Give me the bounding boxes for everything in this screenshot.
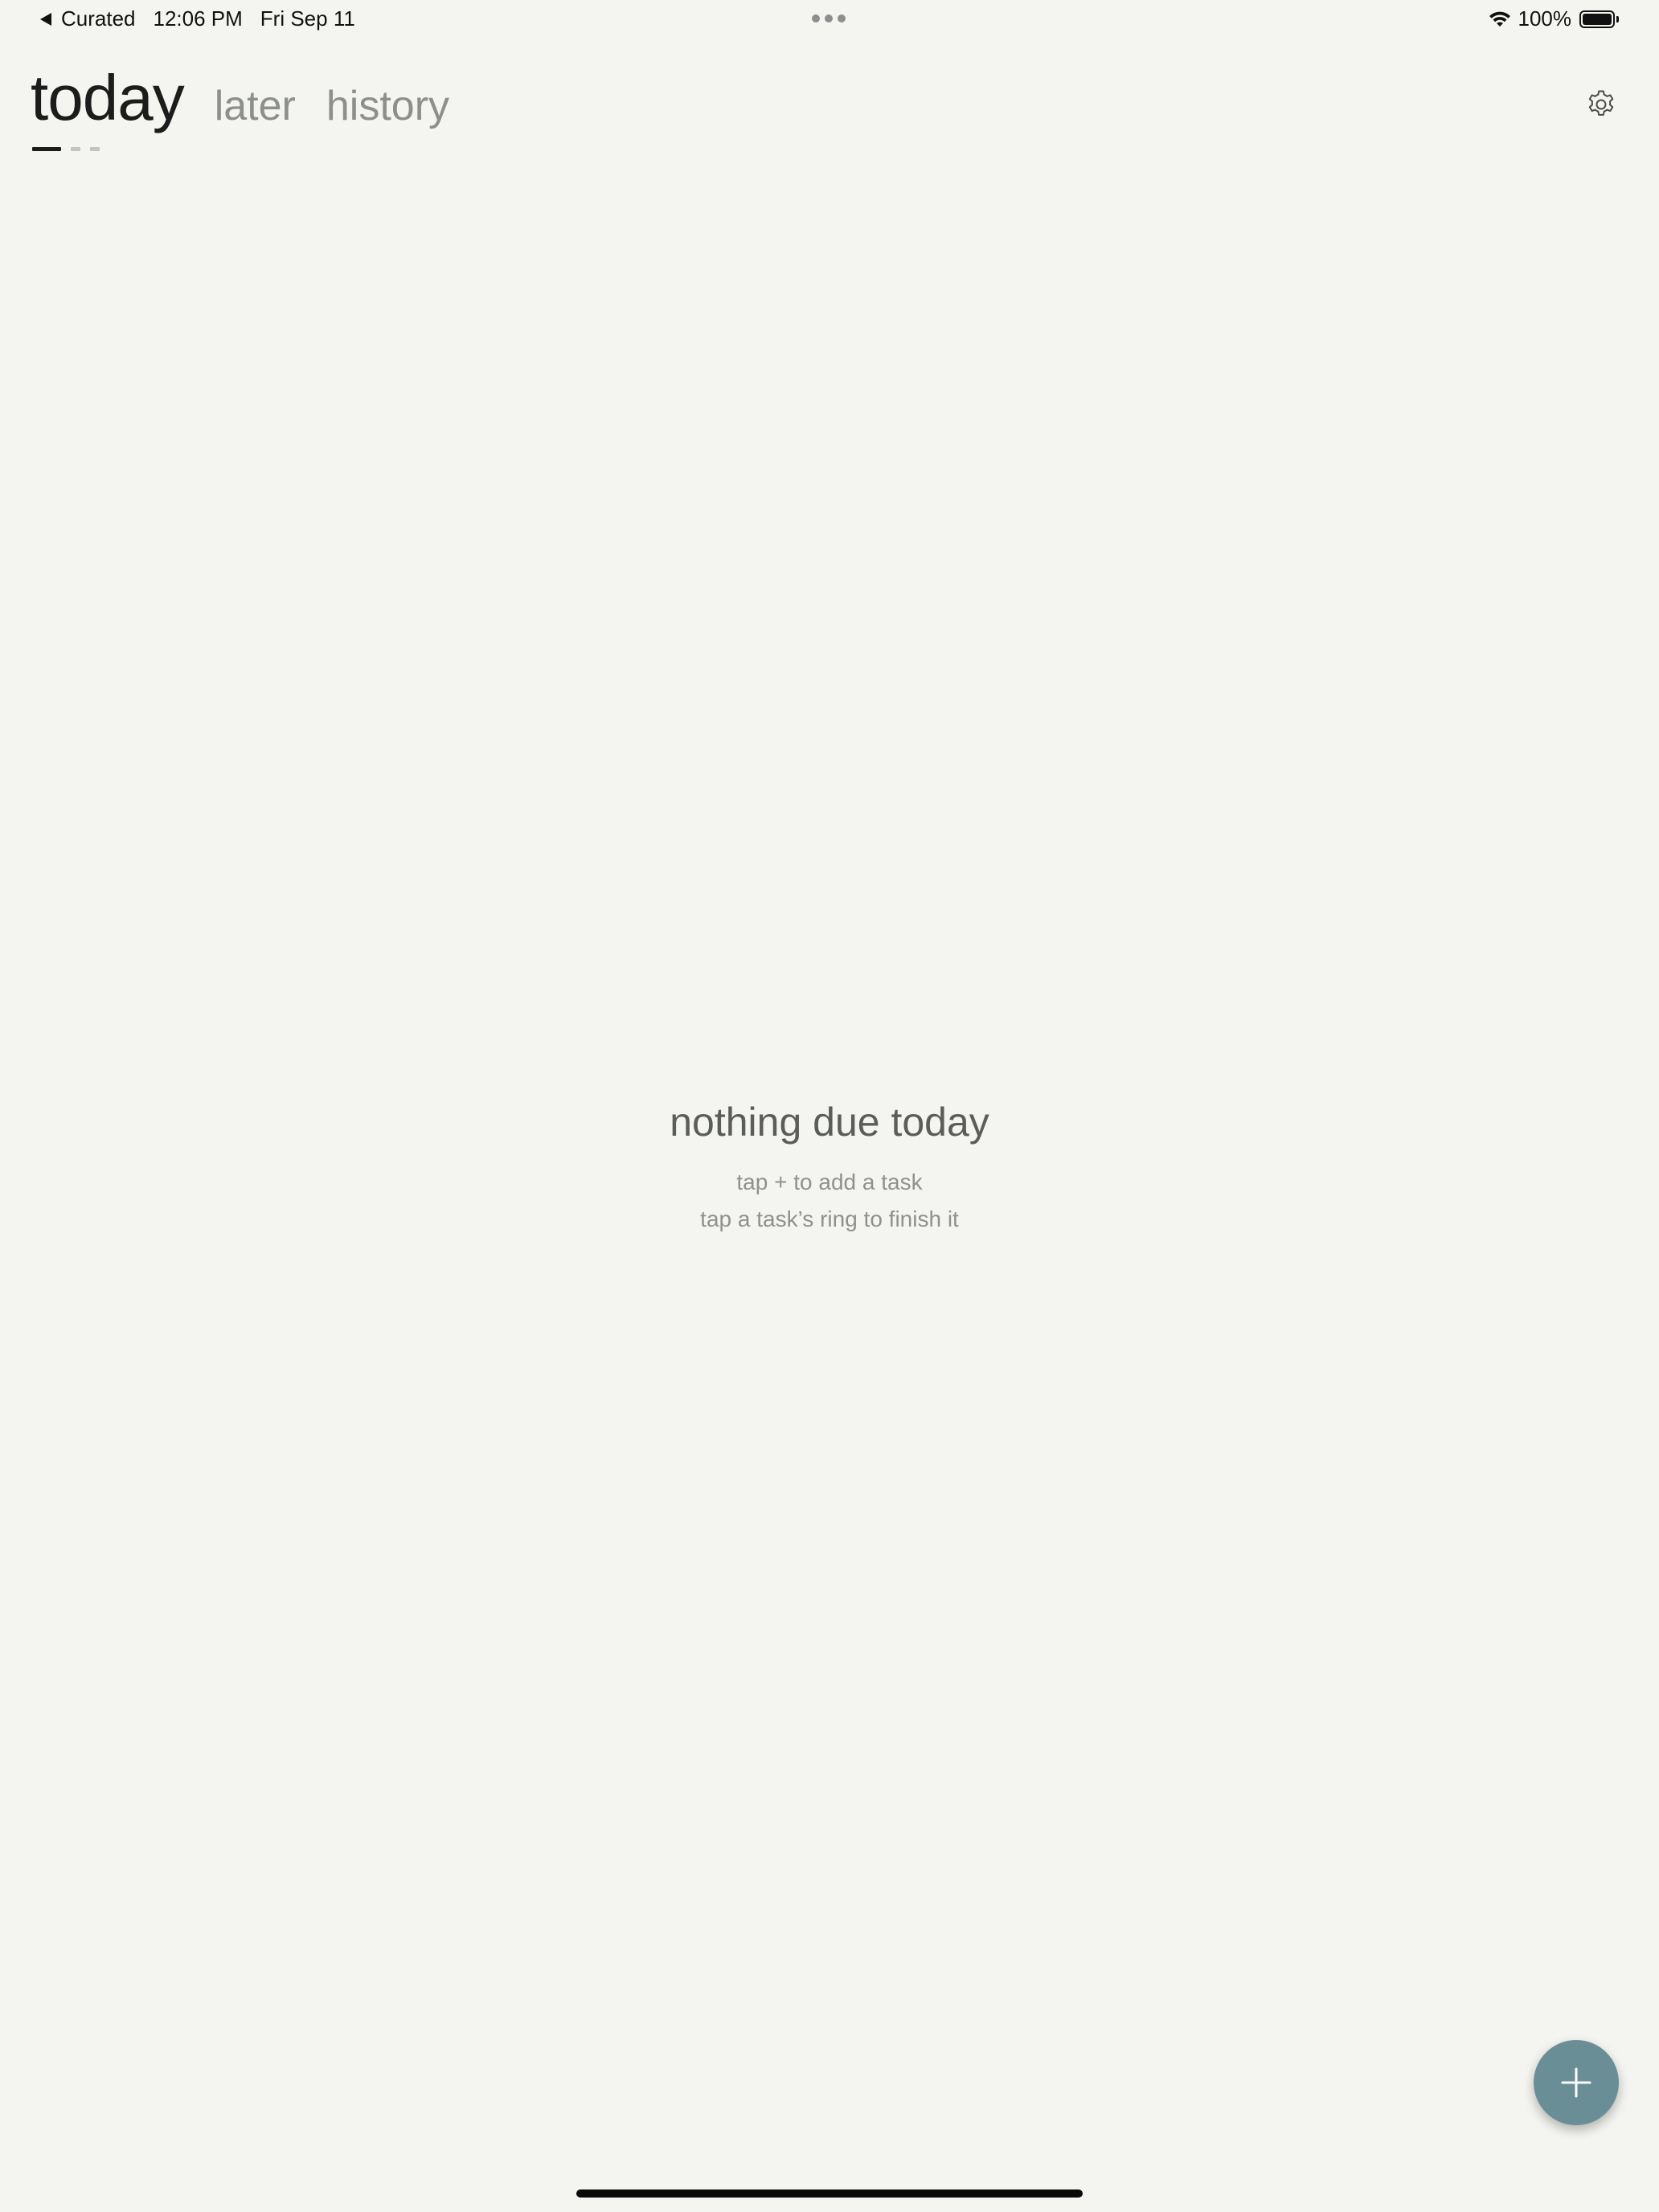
back-arrow-icon[interactable] xyxy=(40,12,51,26)
status-time: 12:06 PM xyxy=(153,6,243,31)
settings-button[interactable] xyxy=(1585,88,1617,121)
empty-state-title: nothing due today xyxy=(670,1100,989,1145)
battery-fill xyxy=(1583,13,1612,25)
status-right: 100% xyxy=(1488,6,1619,31)
empty-state-hints: tap + to add a task tap a task’s ring to… xyxy=(0,1164,1659,1238)
empty-state: nothing due today tap + to add a task ta… xyxy=(0,1098,1659,1238)
more-dots-icon[interactable] xyxy=(812,14,846,23)
battery-percent: 100% xyxy=(1518,6,1572,31)
battery-icon xyxy=(1579,10,1619,28)
status-bar: Curated 12:06 PM Fri Sep 11 100% xyxy=(0,0,1659,40)
dot xyxy=(838,14,846,23)
wifi-icon xyxy=(1489,11,1510,27)
page-indicator-dot xyxy=(90,147,100,151)
dot xyxy=(825,14,833,23)
add-task-button[interactable] xyxy=(1534,2040,1619,2125)
tab-history[interactable]: history xyxy=(326,85,449,127)
page-indicator-dot xyxy=(71,147,80,151)
status-date: Fri Sep 11 xyxy=(260,6,355,31)
tab-later[interactable]: later xyxy=(215,85,296,127)
battery-tip xyxy=(1616,15,1619,23)
gear-icon xyxy=(1588,90,1614,116)
home-indicator[interactable] xyxy=(576,2189,1083,2198)
battery-body xyxy=(1579,10,1615,28)
back-to-app-label[interactable]: Curated xyxy=(61,6,136,31)
hint-finish-task: tap a task’s ring to finish it xyxy=(700,1206,959,1231)
status-left: Curated 12:06 PM Fri Sep 11 xyxy=(40,6,355,31)
dot xyxy=(812,14,820,23)
page-indicator-active xyxy=(32,147,61,151)
hint-add-task: tap + to add a task xyxy=(736,1169,923,1194)
tab-bar: today later history xyxy=(31,66,449,130)
page-indicator xyxy=(32,147,109,151)
plus-icon xyxy=(1561,2067,1591,2098)
tab-today[interactable]: today xyxy=(31,66,185,130)
